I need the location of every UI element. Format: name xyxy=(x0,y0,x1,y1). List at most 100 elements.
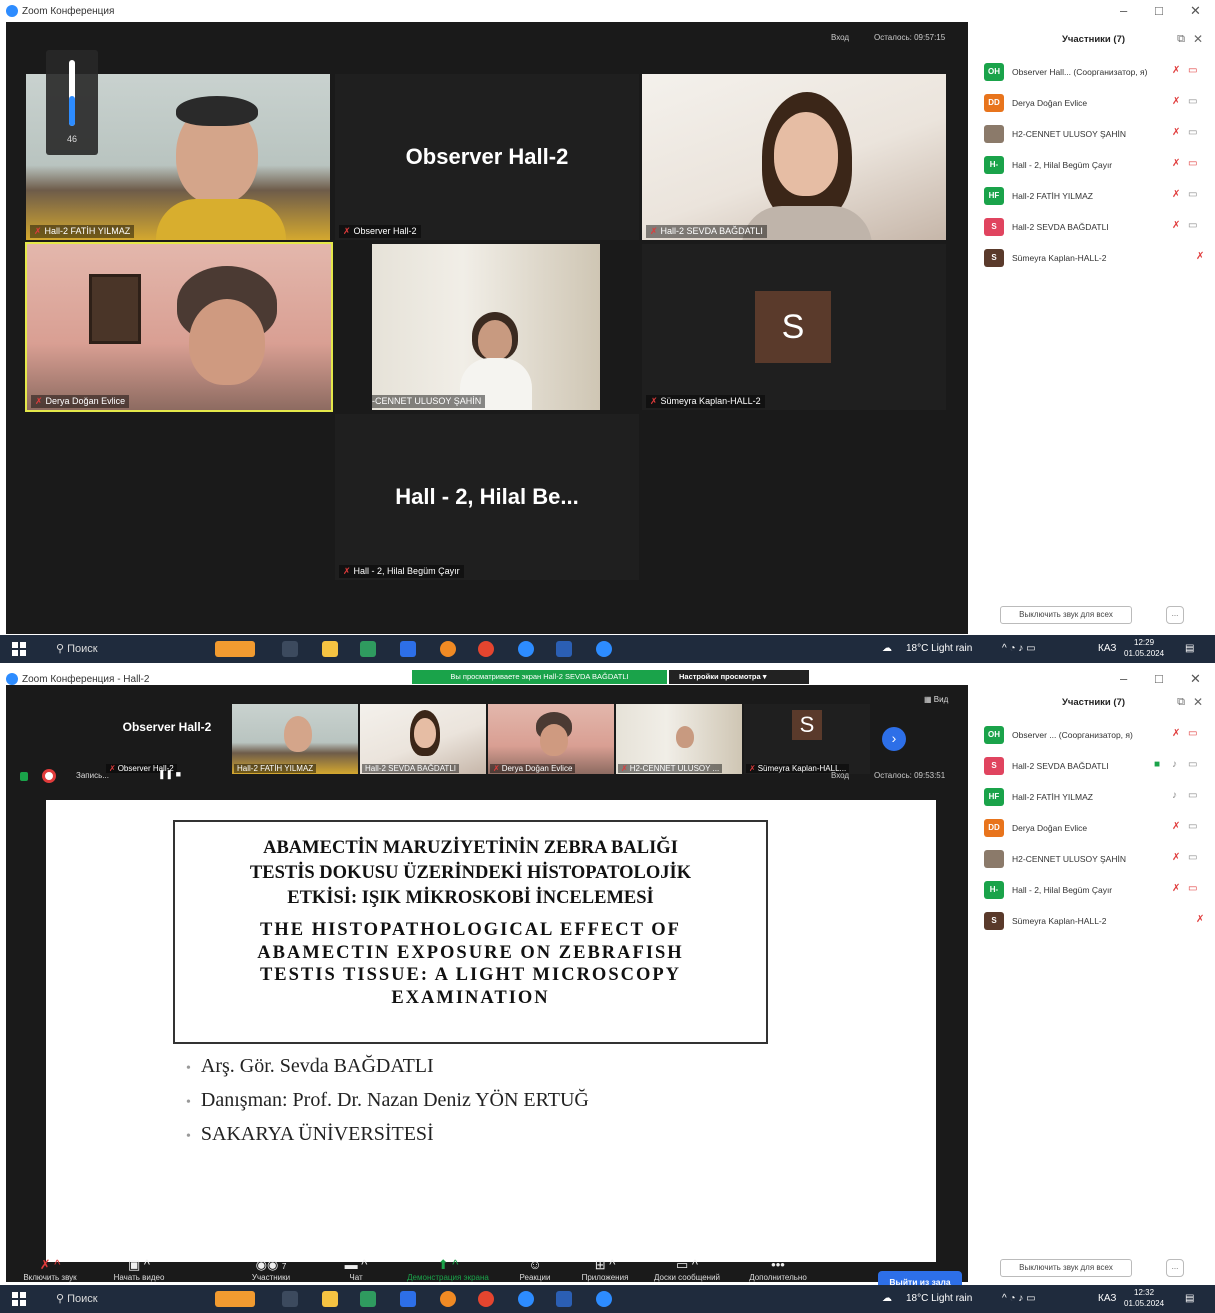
participant-name: H2-CENNET ULUSOY ŞAHİN xyxy=(1012,854,1126,864)
strip-tile-cennet[interactable]: ✗ H2-CENNET ULUSOY ... xyxy=(616,704,742,774)
chat-button[interactable]: ▬ ^ Чат xyxy=(336,1257,376,1282)
chrome-icon[interactable] xyxy=(478,1291,494,1307)
close-panel-icon[interactable]: ✕ xyxy=(1193,695,1203,709)
close-icon[interactable]: ✕ xyxy=(1190,3,1201,19)
maximize-icon[interactable]: □ xyxy=(1155,3,1163,18)
calendar-app-icon[interactable] xyxy=(360,641,376,657)
participant-row[interactable]: S Sümeyra Kaplan-HALL-2 ✗ xyxy=(984,249,1205,269)
video-tile-cennet[interactable]: ✗H2-CENNET ULUSOY ŞAHİN xyxy=(372,244,600,410)
share-screen-button[interactable]: ⬆ ^ Демонстрация экрана xyxy=(396,1257,500,1282)
language-indicator[interactable]: КАЗ xyxy=(1098,1293,1116,1304)
zoom-taskbar-icon-2[interactable] xyxy=(596,1291,612,1307)
taskbar-search[interactable]: ⚲ Поиск xyxy=(48,1289,198,1309)
tray-icons[interactable]: ^ ◔ ♪ ▭ xyxy=(1002,643,1036,654)
participant-row[interactable]: HF Hall-2 FATİH YILMAZ ♪ ▭ xyxy=(984,788,1205,808)
taskbar-clock[interactable]: 12:32 01.05.2024 xyxy=(1124,1287,1164,1309)
volume-slider[interactable]: 46 xyxy=(46,50,98,155)
security-shield-icon[interactable] xyxy=(20,772,28,781)
browser-icon[interactable] xyxy=(440,641,456,657)
word-icon[interactable] xyxy=(556,1291,572,1307)
participant-row[interactable]: S Sümeyra Kaplan-HALL-2 ✗ xyxy=(984,912,1205,932)
taskbar-clock[interactable]: 12:29 01.05.2024 xyxy=(1124,637,1164,659)
participants-panel: Участники (7) ⧉ ✕ OH Observer ... (Соорг… xyxy=(972,685,1215,1282)
notifications-icon[interactable]: ▤ xyxy=(1185,643,1194,654)
participant-row[interactable]: DD Derya Doğan Evlice ✗ ▭ xyxy=(984,819,1205,839)
mute-all-button[interactable]: Выключить звук для всех xyxy=(1000,606,1132,624)
start-video-button[interactable]: ▣ ^ Начать видео xyxy=(94,1257,184,1282)
participant-row[interactable]: S Hall-2 SEVDA BAĞDATLI ✗ ▭ xyxy=(984,218,1205,238)
more-button[interactable]: ••• Дополнительно xyxy=(738,1257,818,1282)
screenshot-gallery-view: Zoom Конференция – □ ✕ Вход Осталось: 09… xyxy=(0,0,1215,663)
word-icon[interactable] xyxy=(556,641,572,657)
file-explorer-icon[interactable] xyxy=(322,641,338,657)
whiteboards-button[interactable]: ▭ ^ Доски сообщений xyxy=(642,1257,732,1282)
strip-tile-observer[interactable]: Observer Hall-2 ✗ Observer Hall-2 xyxy=(104,704,230,774)
weather-icon[interactable]: ☁ xyxy=(882,1293,892,1304)
unmute-button[interactable]: ✗ ^ Включить звук xyxy=(8,1257,92,1282)
participant-row[interactable]: DD Derya Doğan Evlice ✗ ▭ xyxy=(984,94,1205,114)
mute-all-button[interactable]: Выключить звук для всех xyxy=(1000,1259,1132,1277)
language-indicator[interactable]: КАЗ xyxy=(1098,643,1116,654)
chrome-icon[interactable] xyxy=(478,641,494,657)
pause-stop-icon[interactable]: ❚❚ ■ xyxy=(158,769,181,780)
participant-row[interactable]: S Hall-2 SEVDA BAĞDATLI ■ ♪ ▭ xyxy=(984,757,1205,777)
mail-icon[interactable] xyxy=(400,1291,416,1307)
minimize-icon[interactable]: – xyxy=(1120,3,1127,18)
popout-icon[interactable]: ⧉ xyxy=(1177,696,1185,709)
reactions-button[interactable]: ☺ Реакции xyxy=(510,1257,560,1282)
weather-icon[interactable]: ☁ xyxy=(882,643,892,654)
participant-row[interactable]: H2-CENNET ULUSOY ŞAHİN ✗ ▭ xyxy=(984,125,1205,145)
strip-tile-fatih[interactable]: Hall-2 FATİH YILMAZ xyxy=(232,704,358,774)
more-options-button[interactable]: ... xyxy=(1166,606,1184,624)
login-label[interactable]: Вход xyxy=(831,771,849,780)
participant-row[interactable]: H- Hall - 2, Hilal Begüm Çayır ✗ ▭ xyxy=(984,881,1205,901)
mic-muted-icon: ✗ xyxy=(493,764,500,773)
windows-start-icon[interactable] xyxy=(12,1292,26,1306)
notifications-icon[interactable]: ▤ xyxy=(1185,1293,1194,1304)
participant-row[interactable]: HF Hall-2 FATİH YILMAZ ✗ ▭ xyxy=(984,187,1205,207)
participant-row[interactable]: H2-CENNET ULUSOY ŞAHİN ✗ ▭ xyxy=(984,850,1205,870)
file-explorer-icon[interactable] xyxy=(322,1291,338,1307)
apps-button[interactable]: ⊞ ^ Приложения xyxy=(572,1257,638,1282)
next-page-icon[interactable]: › xyxy=(882,727,906,751)
tray-icons[interactable]: ^ ◔ ♪ ▭ xyxy=(1002,1293,1036,1304)
zoom-taskbar-icon[interactable] xyxy=(518,1291,534,1307)
video-tile-sevda[interactable]: ✗ Hall-2 SEVDA BAĞDATLI xyxy=(642,74,946,240)
windows-start-icon[interactable] xyxy=(12,642,26,656)
task-view-icon[interactable] xyxy=(282,641,298,657)
tile-name-label: ✗ Derya Doğan Evlice xyxy=(490,764,576,773)
video-tile-derya-active[interactable]: ✗ Derya Doğan Evlice xyxy=(25,242,333,412)
participant-row[interactable]: OH Observer Hall... (Соорганизатор, я) ✗… xyxy=(984,63,1205,83)
login-label[interactable]: Вход xyxy=(831,33,849,42)
view-settings-menu[interactable]: Настройки просмотра ▾ xyxy=(669,670,809,684)
zoom-taskbar-icon-2[interactable] xyxy=(596,641,612,657)
zoom-taskbar-icon[interactable] xyxy=(518,641,534,657)
strip-tile-sevda[interactable]: Hall-2 SEVDA BAĞDATLI xyxy=(360,704,486,774)
flower-widget-icon[interactable] xyxy=(215,641,255,657)
video-tile-observer[interactable]: Observer Hall-2 ✗ Observer Hall-2 xyxy=(335,74,639,240)
taskbar-search[interactable]: ⚲ Поиск xyxy=(48,639,198,659)
strip-tile-sumeyra[interactable]: S ✗ Sümeyra Kaplan-HALL... xyxy=(744,704,870,774)
more-options-button[interactable]: ... xyxy=(1166,1259,1184,1277)
task-view-icon[interactable] xyxy=(282,1291,298,1307)
weather-text[interactable]: 18°C Light rain xyxy=(906,643,972,654)
participant-row[interactable]: OH Observer ... (Соорганизатор, я) ✗ ▭ xyxy=(984,726,1205,746)
video-tile-sumeyra[interactable]: S ✗ Sümeyra Kaplan-HALL-2 xyxy=(642,244,946,410)
participants-button[interactable]: ◉◉ 7 Участники xyxy=(234,1257,308,1282)
minimize-icon[interactable]: – xyxy=(1120,671,1127,686)
participant-row[interactable]: H- Hall - 2, Hilal Begüm Çayır ✗ ▭ xyxy=(984,156,1205,176)
maximize-icon[interactable]: □ xyxy=(1155,671,1163,686)
calendar-app-icon[interactable] xyxy=(360,1291,376,1307)
reactions-icon: ☺ xyxy=(528,1257,542,1272)
browser-icon[interactable] xyxy=(440,1291,456,1307)
strip-tile-derya[interactable]: ✗ Derya Doğan Evlice xyxy=(488,704,614,774)
weather-text[interactable]: 18°C Light rain xyxy=(906,1293,972,1304)
flower-widget-icon[interactable] xyxy=(215,1291,255,1307)
video-tile-hilal[interactable]: Hall - 2, Hilal Be... ✗ Hall - 2, Hilal B… xyxy=(335,414,639,580)
close-panel-icon[interactable]: ✕ xyxy=(1193,32,1203,46)
mail-icon[interactable] xyxy=(400,641,416,657)
video-off-icon: ▭ xyxy=(1188,65,1198,76)
popout-icon[interactable]: ⧉ xyxy=(1177,33,1185,46)
view-button[interactable]: ▦ Вид xyxy=(924,695,948,704)
participant-name: Hall - 2, Hilal Begüm Çayır xyxy=(1012,885,1113,895)
